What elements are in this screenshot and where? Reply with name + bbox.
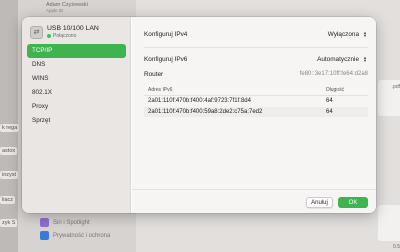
background-sidebar-item-label: Siri i Spotlight [53,219,90,226]
ipv6-select[interactable]: Automatycznie ▲ ▼ [317,55,368,63]
ethernet-icon: ⇄ [30,25,43,39]
background-fragment: zyk S [0,219,18,227]
ipv4-row: Konfiguruj IPv4 Wyłączona ▲ ▼ [144,26,368,42]
background-fragment: .pdf [391,84,400,90]
router-label: Router [144,70,164,78]
nav-item-wins[interactable]: WINS [27,72,126,86]
ipv4-select[interactable]: Wyłączona ▲ ▼ [328,30,368,38]
hand-icon [40,231,49,240]
column-header-length[interactable]: Długość [326,87,366,93]
table-row[interactable]: 2a01:110f:470b:f400:59a8:2de2:c75a:7ed2 … [144,106,368,117]
address-cell: 2a01:110f:470b:f400:59a8:2de2:c75a:7ed2 [148,108,263,115]
dialog-sidebar: ⇄ USB 10/100 LAN Połączono TCP/IP DNS WI… [22,17,131,213]
ipv6-select-value: Automatycznie [317,55,359,63]
device-status-label: Połączono [53,33,77,39]
dialog-nav: TCP/IP DNS WINS 802.1X Proxy Sprzęt [27,44,126,128]
network-details-dialog: ⇄ USB 10/100 LAN Połączono TCP/IP DNS WI… [22,17,376,213]
column-header-address[interactable]: Adres IPv6 [148,87,326,93]
background-fragment: 0.5 [393,244,400,250]
background-user-sub: Apple ID [46,8,64,13]
ipv4-select-value: Wyłączona [327,30,359,38]
ipv6-label: Konfiguruj IPv6 [144,55,188,63]
background-fragment: liacz [0,196,16,204]
nav-item-hardware[interactable]: Sprzęt [27,114,126,128]
background-fragment: k rega [0,124,20,132]
ipv6-row: Konfiguruj IPv6 Automatycznie ▲ ▼ [144,51,368,67]
ipv4-label: Konfiguruj IPv4 [144,30,188,38]
nav-item-dns[interactable]: DNS [27,58,126,72]
cancel-button[interactable]: Anuluj [306,197,333,208]
siri-icon [40,218,49,227]
footer-divider [132,189,376,190]
ok-button[interactable]: OK [338,197,368,208]
table-row[interactable]: 2a01:110f:470b:f400:4af:9723:7f1f:8d4 64 [144,96,368,107]
device-title: USB 10/100 LAN [47,25,99,32]
length-cell: 64 [326,98,333,105]
length-cell: 64 [326,108,333,115]
table-header: Adres IPv6 Długość [144,85,368,96]
background-file-card [378,205,400,241]
nav-item-tcpip[interactable]: TCP/IP [27,44,126,58]
background-fragment: inzyst [0,171,19,179]
chevron-up-down-icon: ▲ ▼ [363,29,367,38]
background-sidebar-item-privacy[interactable]: Prywatność i ochrona [40,231,110,240]
device-header: ⇄ USB 10/100 LAN Połączono [30,25,99,39]
nav-item-proxy[interactable]: Proxy [27,100,126,114]
router-row: Router fe80::3e17:10ff:fe64:d2a8 [144,66,368,82]
divider [144,47,368,48]
background-sidebar-item-label: Prywatność i ochrona [53,232,111,239]
background-sidebar-item-siri[interactable]: Siri i Spotlight [40,218,90,227]
ipv6-address-table: Adres IPv6 Długość 2a01:110f:470b:f400:4… [144,85,368,117]
background-fragment: astox [0,147,18,155]
nav-item-8021x[interactable]: 802.1X [27,86,126,100]
chevron-up-down-icon: ▲ ▼ [363,54,367,63]
dialog-main: Konfiguruj IPv4 Wyłączona ▲ ▼ Konfiguruj … [132,17,376,213]
address-cell: 2a01:110f:470b:f400:4af:9723:7f1f:8d4 [148,98,251,105]
status-dot-icon [47,34,51,38]
device-status: Połączono [47,33,99,39]
router-value: fe80::3e17:10ff:fe64:d2a8 [299,71,368,77]
